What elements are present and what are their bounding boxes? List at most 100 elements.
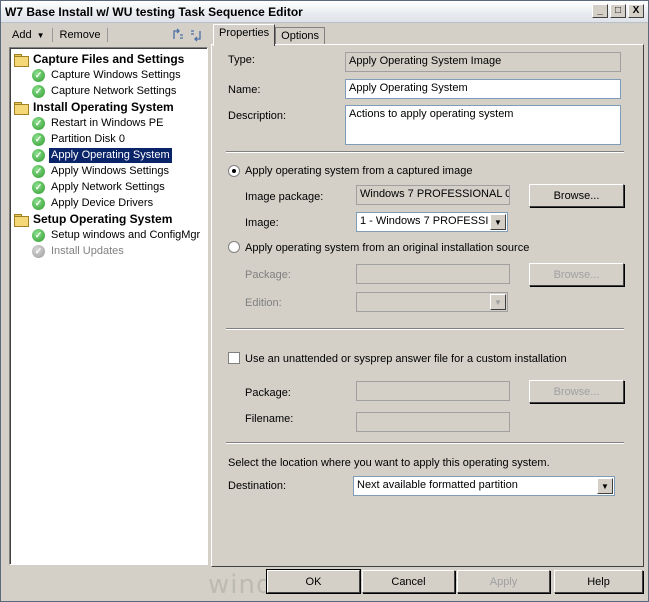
cancel-button[interactable]: Cancel xyxy=(362,570,455,593)
tree-item-install-updates[interactable]: ✓ Install Updates xyxy=(32,243,126,259)
left-pane: Add ▼ Remove Capture Files and Settings xyxy=(7,25,209,567)
filename-label: Filename: xyxy=(245,413,294,425)
tree-group-setup-os[interactable]: Setup Operating System xyxy=(13,211,174,227)
checkmark-icon: ✓ xyxy=(32,68,45,82)
tree-group-label: Install Operating System xyxy=(33,99,174,114)
name-field[interactable]: Apply Operating System xyxy=(345,79,621,99)
tree-item-label: Restart in Windows PE xyxy=(51,116,164,129)
answer-file-checkbox[interactable] xyxy=(228,352,240,364)
image-package-browse-button[interactable]: Browse... xyxy=(529,184,624,207)
chevron-down-icon[interactable]: ▼ xyxy=(490,214,506,230)
property-tabs: Properties Options xyxy=(213,24,326,46)
type-label: Type: xyxy=(228,54,255,66)
description-label: Description: xyxy=(228,110,287,122)
checkmark-icon: ✓ xyxy=(32,148,45,162)
type-field: Apply Operating System Image xyxy=(345,52,621,72)
checkmark-icon: ✓ xyxy=(32,164,45,178)
chevron-down-icon[interactable]: ▼ xyxy=(597,478,613,494)
tree-item-apply-network-settings[interactable]: ✓ Apply Network Settings xyxy=(32,179,167,195)
toolbar-separator xyxy=(107,28,109,42)
checkmark-icon: ✓ xyxy=(32,228,45,242)
location-prompt: Select the location where you want to ap… xyxy=(228,457,550,469)
chevron-down-icon: ▼ xyxy=(36,30,45,40)
window-title: W7 Base Install w/ WU testing Task Seque… xyxy=(5,5,303,19)
tree-item-apply-device-drivers[interactable]: ✓ Apply Device Drivers xyxy=(32,195,155,211)
tree-group-capture-files[interactable]: Capture Files and Settings xyxy=(13,51,186,67)
toolbar-separator xyxy=(51,28,53,42)
ok-button[interactable]: OK xyxy=(266,569,361,594)
task-sequence-tree[interactable]: Capture Files and Settings ✓ Capture Win… xyxy=(9,47,208,565)
checkmark-icon: ✓ xyxy=(32,180,45,194)
original-source-label: Apply operating system from an original … xyxy=(245,242,530,254)
help-button[interactable]: Help xyxy=(554,570,643,593)
answer-package-browse-button[interactable]: Browse... xyxy=(529,380,624,403)
divider xyxy=(226,442,624,444)
tree-item-label: Apply Windows Settings xyxy=(51,164,169,177)
image-select-value: 1 - Windows 7 PROFESSIONAL xyxy=(360,215,489,227)
tree-item-label: Capture Network Settings xyxy=(51,84,177,97)
original-package-browse-button[interactable]: Browse... xyxy=(529,263,624,286)
tree-item-label: Apply Network Settings xyxy=(51,180,165,193)
checkmark-icon: ✓ xyxy=(32,244,45,258)
properties-panel: Type: Apply Operating System Image Name:… xyxy=(211,44,644,567)
answer-file-label: Use an unattended or sysprep answer file… xyxy=(245,353,567,365)
captured-image-label: Apply operating system from a captured i… xyxy=(245,165,473,177)
checkmark-icon: ✓ xyxy=(32,132,45,146)
tree-item-label: Setup windows and ConfigMgr xyxy=(51,228,201,241)
tree-item-capture-windows-settings[interactable]: ✓ Capture Windows Settings xyxy=(32,67,183,83)
tree-item-partition-disk-0[interactable]: ✓ Partition Disk 0 xyxy=(32,131,127,147)
tree-toolbar: Add ▼ Remove xyxy=(7,25,209,45)
edition-label: Edition: xyxy=(245,297,282,309)
move-up-icon[interactable] xyxy=(171,28,185,42)
minimize-button[interactable]: _ xyxy=(592,4,608,18)
remove-label: Remove xyxy=(59,29,101,41)
divider xyxy=(226,151,624,153)
tree-item-apply-operating-system[interactable]: ✓ Apply Operating System xyxy=(32,146,173,164)
tree-item-label: Apply Operating System xyxy=(48,146,173,164)
move-down-icon[interactable] xyxy=(189,28,203,42)
tree-group-install-os[interactable]: Install Operating System xyxy=(13,99,176,115)
tab-properties[interactable]: Properties xyxy=(213,24,276,46)
close-button[interactable]: X xyxy=(628,4,644,18)
chevron-down-icon: ▼ xyxy=(490,294,506,310)
tab-options[interactable]: Options xyxy=(275,27,326,45)
tree-item-label: Partition Disk 0 xyxy=(51,132,125,145)
answer-package-field xyxy=(356,381,510,401)
tree-item-label: Capture Windows Settings xyxy=(51,68,181,81)
destination-select[interactable]: Next available formatted partition ▼ xyxy=(353,476,615,496)
checkmark-icon: ✓ xyxy=(32,84,45,98)
maximize-button[interactable]: □ xyxy=(610,4,626,18)
tree-item-apply-windows-settings[interactable]: ✓ Apply Windows Settings xyxy=(32,163,171,179)
tree-item-setup-windows-and-configmgr[interactable]: ✓ Setup windows and ConfigMgr xyxy=(32,227,202,243)
add-menu-button[interactable]: Add ▼ xyxy=(7,26,50,44)
filename-field xyxy=(356,412,510,432)
folder-icon xyxy=(13,212,29,227)
image-package-label: Image package: xyxy=(245,191,324,203)
captured-image-radio[interactable] xyxy=(228,165,240,177)
name-label: Name: xyxy=(228,84,261,96)
description-field[interactable]: Actions to apply operating system xyxy=(345,105,621,145)
checkmark-icon: ✓ xyxy=(32,196,45,210)
tree-group-label: Setup Operating System xyxy=(33,211,173,226)
tree-group-label: Capture Files and Settings xyxy=(33,51,185,66)
add-label: Add xyxy=(12,29,32,41)
title-bar: W7 Base Install w/ WU testing Task Seque… xyxy=(1,1,648,23)
image-label: Image: xyxy=(245,217,279,229)
image-package-field: Windows 7 PROFESSIONAL 0.1 xyxy=(356,185,510,205)
original-package-label: Package: xyxy=(245,269,291,281)
destination-select-value: Next available formatted partition xyxy=(357,479,518,491)
original-source-radio[interactable] xyxy=(228,241,240,253)
tree-item-label: Install Updates xyxy=(51,244,124,257)
destination-label: Destination: xyxy=(228,480,287,492)
folder-icon xyxy=(13,52,29,67)
tree-item-capture-network-settings[interactable]: ✓ Capture Network Settings xyxy=(32,83,178,99)
edition-select[interactable]: ▼ xyxy=(356,292,508,312)
tree-item-restart-in-windows-pe[interactable]: ✓ Restart in Windows PE xyxy=(32,115,165,131)
original-package-field xyxy=(356,264,510,284)
folder-icon xyxy=(13,100,29,115)
image-select[interactable]: 1 - Windows 7 PROFESSIONAL ▼ xyxy=(356,212,508,232)
task-sequence-editor-window: W7 Base Install w/ WU testing Task Seque… xyxy=(0,0,649,602)
apply-button[interactable]: Apply xyxy=(457,570,550,593)
checkmark-icon: ✓ xyxy=(32,116,45,130)
remove-button[interactable]: Remove xyxy=(55,26,106,44)
